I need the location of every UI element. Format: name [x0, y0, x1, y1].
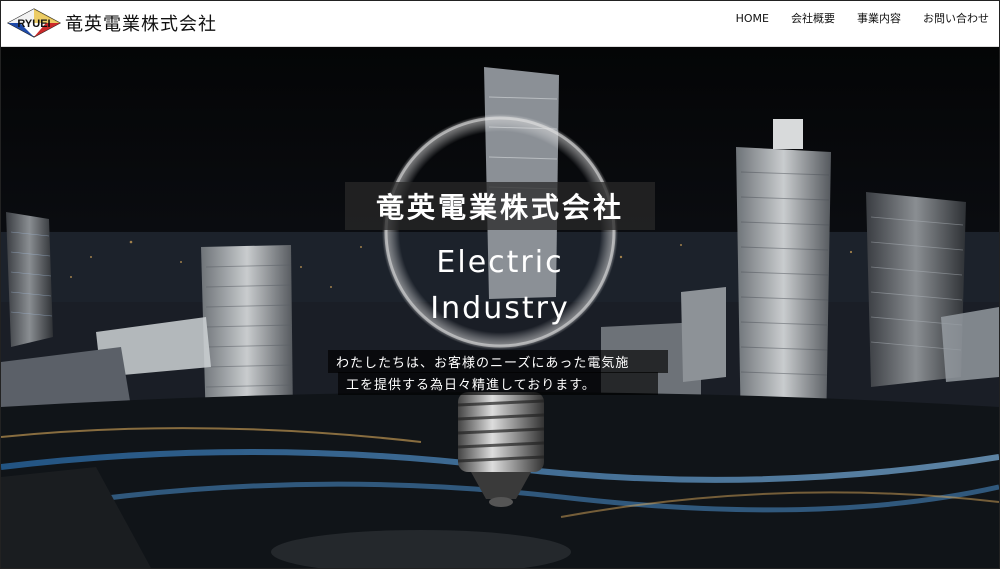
hero-description-line1: わたしたちは、お客様のニーズにあった電気施 [328, 350, 668, 373]
hero-subtitle-line2: Industry [430, 291, 570, 326]
nav-company-profile[interactable]: 会社概要 [791, 10, 835, 26]
hero-description-line2: 工を提供する為日々精進しております。 [338, 372, 658, 395]
site-logo[interactable]: RYUEI 竜英電業株式会社 [6, 7, 217, 39]
hero-title: 竜英電業株式会社 [375, 191, 624, 224]
hero-subtitle-line1: Electric [436, 245, 564, 280]
main-nav: HOME 会社概要 事業内容 お問い合わせ [736, 1, 989, 35]
nav-home[interactable]: HOME [736, 12, 769, 25]
page-frame: RYUEI 竜英電業株式会社 HOME 会社概要 事業内容 お問い合わせ 竜英電… [0, 0, 1000, 569]
hero-section: 竜英電業株式会社 Electric Industry わたしたちは、お客様のニー… [1, 47, 999, 568]
nav-contact[interactable]: お問い合わせ [923, 10, 989, 26]
logo-lettering: RYUEI [17, 18, 50, 30]
ryuei-logo-icon: RYUEI [6, 7, 62, 39]
site-header: RYUEI 竜英電業株式会社 HOME 会社概要 事業内容 お問い合わせ [1, 1, 999, 47]
nav-business[interactable]: 事業内容 [857, 10, 901, 26]
hero-title-box: 竜英電業株式会社 [345, 182, 655, 230]
company-name: 竜英電業株式会社 [65, 14, 217, 35]
